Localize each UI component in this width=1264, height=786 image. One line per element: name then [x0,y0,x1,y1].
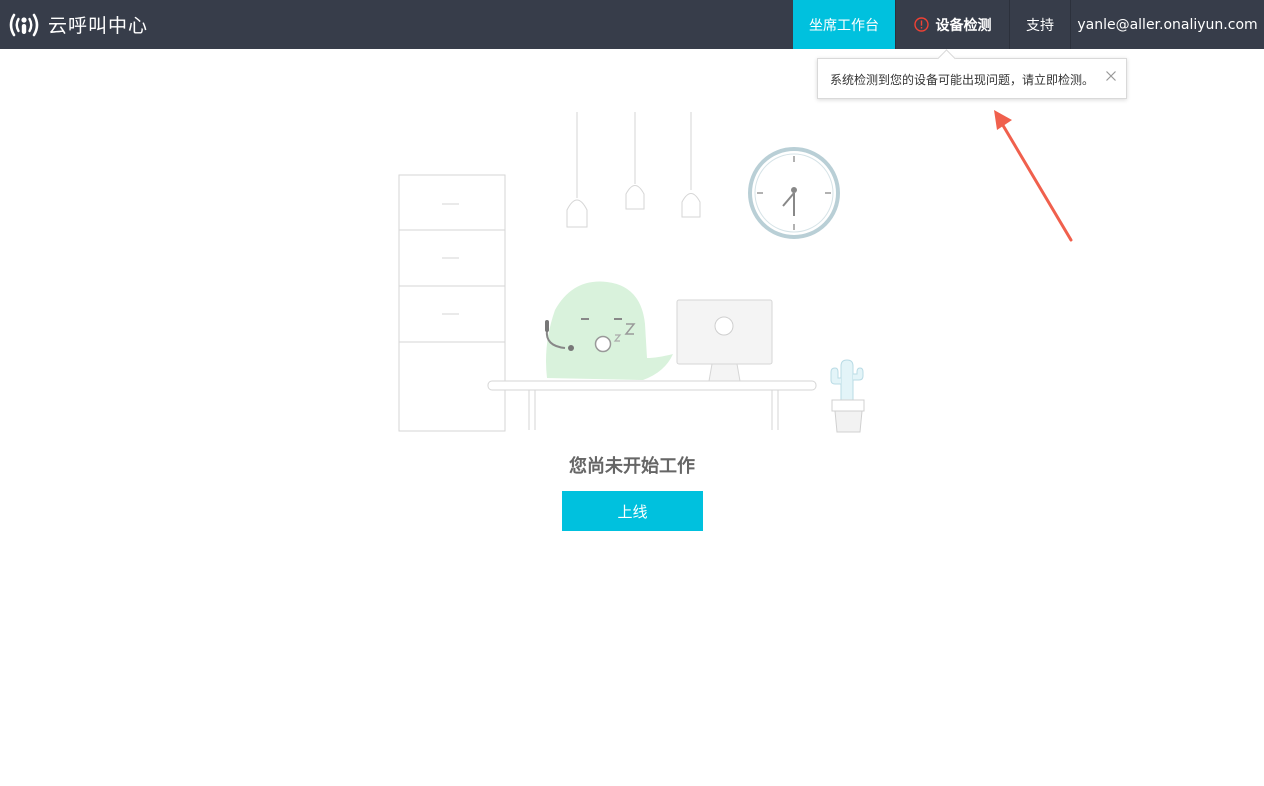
wall-clock [748,147,840,239]
signal-person-icon [9,13,39,36]
idle-office-illustration [398,112,865,433]
nav-workbench-label: 坐席工作台 [809,17,879,34]
popover-arrow [937,49,956,68]
go-online-button[interactable]: 上线 [562,491,703,531]
popover-message: 系统检测到您的设备可能出现问题，请立即检测。 [830,73,1095,87]
nav-device-check[interactable]: 设备检测 [895,0,1009,49]
nav-device-check-label: 设备检测 [935,17,992,34]
cabinet-drawing [398,174,506,432]
status-not-started-text: 您尚未开始工作 [569,456,695,477]
pendant-lamps [566,112,701,228]
nav-support[interactable]: 支持 [1009,0,1070,49]
close-icon[interactable] [1105,70,1117,82]
nav-support-label: 支持 [1026,17,1054,34]
nav-workbench[interactable]: 坐席工作台 [793,0,895,49]
desk [487,380,817,430]
user-email: yanle@aller.onaliyun.com [1077,16,1258,33]
sleeping-agent-character [545,281,673,380]
device-warning-popover: 系统检测到您的设备可能出现问题，请立即检测。 [817,49,1127,99]
top-bar: 云呼叫中心 坐席工作台 设备检测 支持 yanle@aller.onaliyun… [0,0,1264,49]
nav-user-account[interactable]: yanle@aller.onaliyun.com [1070,0,1264,49]
cactus-plant [830,359,865,433]
computer-monitor [676,299,773,382]
annotation-arrow [994,110,1073,242]
warning-icon [913,17,929,32]
top-nav: 坐席工作台 设备检测 支持 yanle@aller.onaliyun.com [793,0,1264,49]
app-title: 云呼叫中心 [48,15,149,37]
brand[interactable]: 云呼叫中心 [8,0,148,49]
